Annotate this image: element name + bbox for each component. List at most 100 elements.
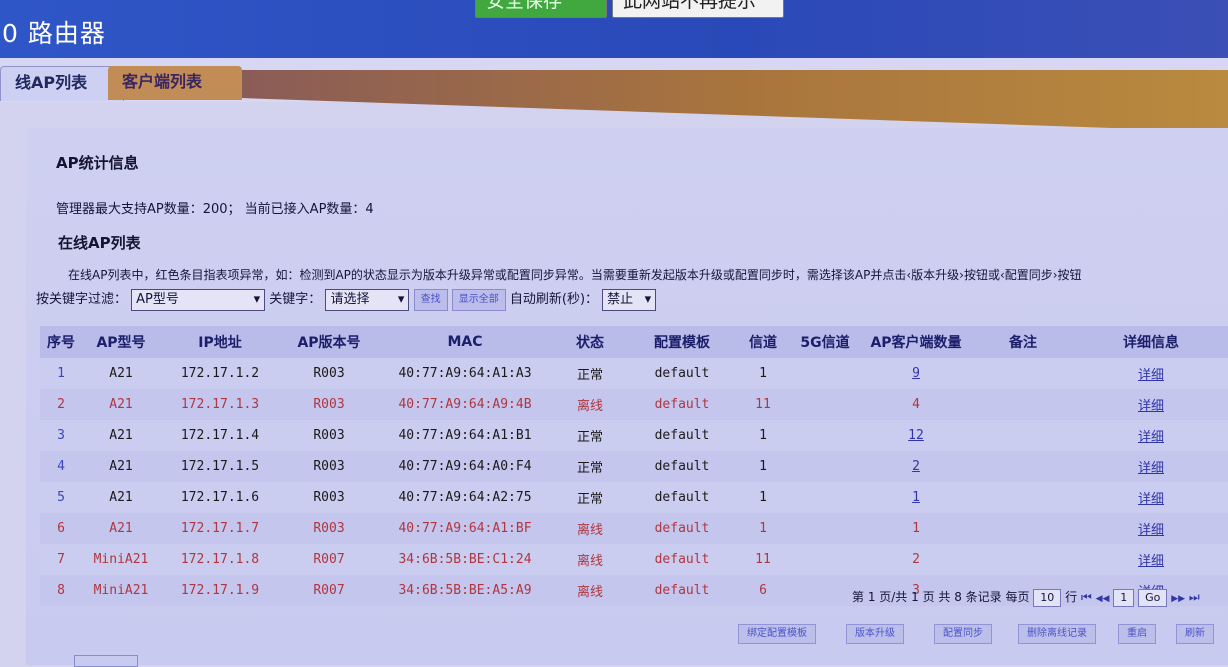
- version-upgrade-button[interactable]: 版本升级: [846, 624, 904, 644]
- auto-refresh-select[interactable]: 禁止 ▾: [602, 288, 657, 311]
- row-detail: 详细: [1074, 358, 1228, 389]
- table-row[interactable]: 5 A21 172.17.1.6 R003 40:77:A9:64:A2:75 正常 def…: [40, 482, 1228, 513]
- col-note: 备注: [972, 326, 1074, 358]
- reboot-button[interactable]: 重启: [1118, 624, 1156, 644]
- per-page-input[interactable]: 10: [1033, 588, 1062, 607]
- row-model: A21: [82, 358, 160, 389]
- row-detail: 详细: [1074, 544, 1228, 575]
- search-button[interactable]: 查找: [413, 288, 448, 311]
- row-status: 离线: [552, 389, 628, 420]
- row-status: 离线: [552, 575, 628, 606]
- next-page-icon[interactable]: ▶▶: [1171, 594, 1185, 604]
- col-model: AP型号: [82, 326, 160, 358]
- row-5g-channel: [790, 451, 860, 482]
- list-note: 在线AP列表中，红色条目指表项异常，如：检测到AP的状态显示为版本升级异常或配置…: [68, 268, 1082, 282]
- chevron-down-icon: ▾: [644, 291, 652, 307]
- rows-label: 行: [1065, 590, 1078, 604]
- client-count-link[interactable]: 12: [908, 428, 924, 443]
- keyword-label: 关键字：: [269, 292, 322, 307]
- row-detail: 详细: [1074, 482, 1228, 513]
- table-row[interactable]: 1 A21 172.17.1.2 R003 40:77:A9:64:A1:A3 正常 def…: [40, 358, 1228, 389]
- row-channel: 6: [736, 575, 790, 606]
- table-row[interactable]: 4 A21 172.17.1.5 R003 40:77:A9:64:A0:F4 正常 def…: [40, 451, 1228, 482]
- row-template: default: [628, 482, 736, 513]
- row-note: [972, 482, 1074, 513]
- row-ip: 172.17.1.7: [160, 513, 280, 544]
- row-status: 正常: [552, 482, 628, 513]
- detail-link[interactable]: 详细: [1138, 399, 1164, 414]
- row-status: 离线: [552, 513, 628, 544]
- row-mac: 40:77:A9:64:A1:B1: [378, 420, 552, 451]
- config-sync-button[interactable]: 配置同步: [934, 624, 992, 644]
- detail-link[interactable]: 详细: [1138, 523, 1164, 538]
- row-template: default: [628, 544, 736, 575]
- dont-remind-button[interactable]: 此网站不再提示: [612, 0, 784, 18]
- row-model: A21: [82, 389, 160, 420]
- row-5g-channel: [790, 575, 860, 606]
- table-header-row: 序号 AP型号 IP地址 AP版本号 MAC 状态 配置模板 信道 5G信道 A…: [40, 326, 1228, 358]
- row-5g-channel: [790, 544, 860, 575]
- row-detail: 详细: [1074, 513, 1228, 544]
- row-version: R003: [280, 513, 378, 544]
- bottom-control[interactable]: [74, 655, 138, 667]
- col-detail: 详细信息: [1074, 326, 1228, 358]
- row-status: 正常: [552, 451, 628, 482]
- app-title: 0 路由器: [2, 19, 106, 48]
- page-number-input[interactable]: 1: [1113, 588, 1135, 607]
- row-index: 2: [40, 389, 82, 420]
- row-ip: 172.17.1.2: [160, 358, 280, 389]
- row-mac: 40:77:A9:64:A1:BF: [378, 513, 552, 544]
- row-detail: 详细: [1074, 451, 1228, 482]
- row-index: 5: [40, 482, 82, 513]
- delete-offline-button[interactable]: 删除离线记录: [1018, 624, 1096, 644]
- detail-link[interactable]: 详细: [1138, 492, 1164, 507]
- bind-template-button[interactable]: 绑定配置模板: [738, 624, 816, 644]
- row-detail: 详细: [1074, 420, 1228, 451]
- pager-summary: 第 1 页/共 1 页 共 8 条记录 每页: [852, 590, 1030, 604]
- col-version: AP版本号: [280, 326, 378, 358]
- go-button[interactable]: Go: [1138, 588, 1168, 607]
- table-row[interactable]: 6 A21 172.17.1.7 R003 40:77:A9:64:A1:BF 离线 def…: [40, 513, 1228, 544]
- col-status: 状态: [552, 326, 628, 358]
- row-ip: 172.17.1.5: [160, 451, 280, 482]
- detail-link[interactable]: 详细: [1138, 554, 1164, 569]
- client-count-link[interactable]: 1: [912, 490, 920, 505]
- row-client-count: 12: [860, 420, 972, 451]
- safe-save-button[interactable]: 安全保存: [475, 0, 607, 18]
- detail-link[interactable]: 详细: [1138, 430, 1164, 445]
- stats-title: AP统计信息: [56, 154, 139, 172]
- stats-line: 管理器最大支持AP数量：200； 当前已接入AP数量：4: [56, 202, 374, 217]
- row-template: default: [628, 420, 736, 451]
- detail-link[interactable]: 详细: [1138, 368, 1164, 383]
- filter-field-select[interactable]: AP型号 ▾: [131, 288, 266, 311]
- col-mac: MAC: [378, 326, 552, 358]
- show-all-button[interactable]: 显示全部: [451, 288, 506, 311]
- row-model: MiniA21: [82, 575, 160, 606]
- row-mac: 40:77:A9:64:A2:75: [378, 482, 552, 513]
- table-row[interactable]: 3 A21 172.17.1.4 R003 40:77:A9:64:A1:B1 正常 def…: [40, 420, 1228, 451]
- client-count-link[interactable]: 9: [912, 366, 920, 381]
- tab-client-list[interactable]: 客户端列表: [108, 66, 242, 100]
- refresh-button[interactable]: 刷新: [1176, 624, 1214, 644]
- row-channel: 1: [736, 513, 790, 544]
- table-row[interactable]: 2 A21 172.17.1.3 R003 40:77:A9:64:A9:4B 离线 def…: [40, 389, 1228, 420]
- client-count-link[interactable]: 2: [912, 459, 920, 474]
- row-index: 8: [40, 575, 82, 606]
- row-note: [972, 358, 1074, 389]
- row-note: [972, 544, 1074, 575]
- tab-strip-decoration: [238, 70, 1228, 132]
- keyword-select[interactable]: 请选择 ▾: [325, 288, 410, 311]
- row-model: A21: [82, 482, 160, 513]
- row-model: A21: [82, 420, 160, 451]
- tab-online-ap-list[interactable]: 线AP列表: [0, 66, 124, 101]
- row-index: 4: [40, 451, 82, 482]
- row-version: R007: [280, 575, 378, 606]
- detail-link[interactable]: 详细: [1138, 461, 1164, 476]
- prev-page-icon[interactable]: ◀◀: [1096, 594, 1110, 604]
- first-page-icon[interactable]: ⏮: [1081, 590, 1092, 604]
- table-row[interactable]: 7 MiniA21 172.17.1.8 R007 34:6B:5B:BE:C1:24 离…: [40, 544, 1228, 575]
- last-page-icon[interactable]: ⏭: [1189, 590, 1200, 604]
- row-mac: 40:77:A9:64:A0:F4: [378, 451, 552, 482]
- row-5g-channel: [790, 358, 860, 389]
- row-mac: 34:6B:5B:BE:C1:24: [378, 544, 552, 575]
